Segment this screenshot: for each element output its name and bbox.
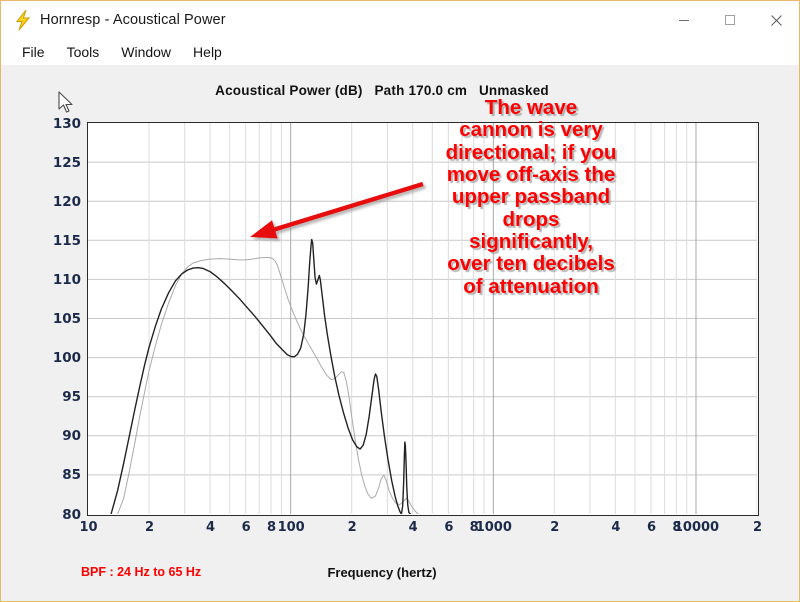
hornresp-window: Hornresp - Acoustical Power File Tools W… bbox=[0, 0, 800, 602]
menu-bar: File Tools Window Help bbox=[1, 39, 799, 65]
x-tick-label: 8 bbox=[266, 520, 277, 535]
x-tick-label: 10 bbox=[79, 520, 98, 535]
lightning-bolt-icon bbox=[10, 7, 36, 33]
x-tick-label: 6 bbox=[444, 520, 454, 535]
x-axis-labels: 10 2 4 6 8 100 2 4 6 8 1000 2 4 6 8 10000 2 bbox=[2, 65, 798, 600]
window-controls bbox=[661, 1, 799, 39]
x-tick-label: 100 bbox=[277, 520, 305, 535]
window-title-bar: Hornresp - Acoustical Power bbox=[1, 1, 799, 39]
menu-item-window[interactable]: Window bbox=[110, 42, 182, 63]
window-title: Hornresp - Acoustical Power bbox=[40, 12, 226, 28]
maximize-button[interactable] bbox=[707, 1, 753, 39]
minimize-button[interactable] bbox=[661, 1, 707, 39]
x-tick-label: 2 bbox=[144, 520, 155, 535]
x-tick-label: 4 bbox=[611, 520, 621, 535]
x-tick-label: 2 bbox=[347, 520, 357, 535]
x-tick-label: 4 bbox=[205, 520, 216, 535]
chart-client-area: Acoustical Power (dB) Path 170.0 cm Unma… bbox=[2, 65, 798, 600]
menu-item-file[interactable]: File bbox=[11, 42, 56, 63]
x-tick-label: 4 bbox=[408, 520, 418, 535]
x-tick-label: 10000 bbox=[673, 520, 720, 535]
x-tick-label: 1000 bbox=[475, 520, 512, 535]
close-button[interactable] bbox=[753, 1, 799, 39]
x-axis-title: Frequency (hertz) bbox=[327, 565, 437, 580]
x-tick-label: 2 bbox=[550, 520, 560, 535]
menu-item-help[interactable]: Help bbox=[182, 42, 233, 63]
x-tick-label: 2 bbox=[752, 520, 763, 535]
menu-item-tools[interactable]: Tools bbox=[56, 42, 111, 63]
x-tick-label: 6 bbox=[647, 520, 657, 535]
x-tick-label: 6 bbox=[241, 520, 251, 535]
